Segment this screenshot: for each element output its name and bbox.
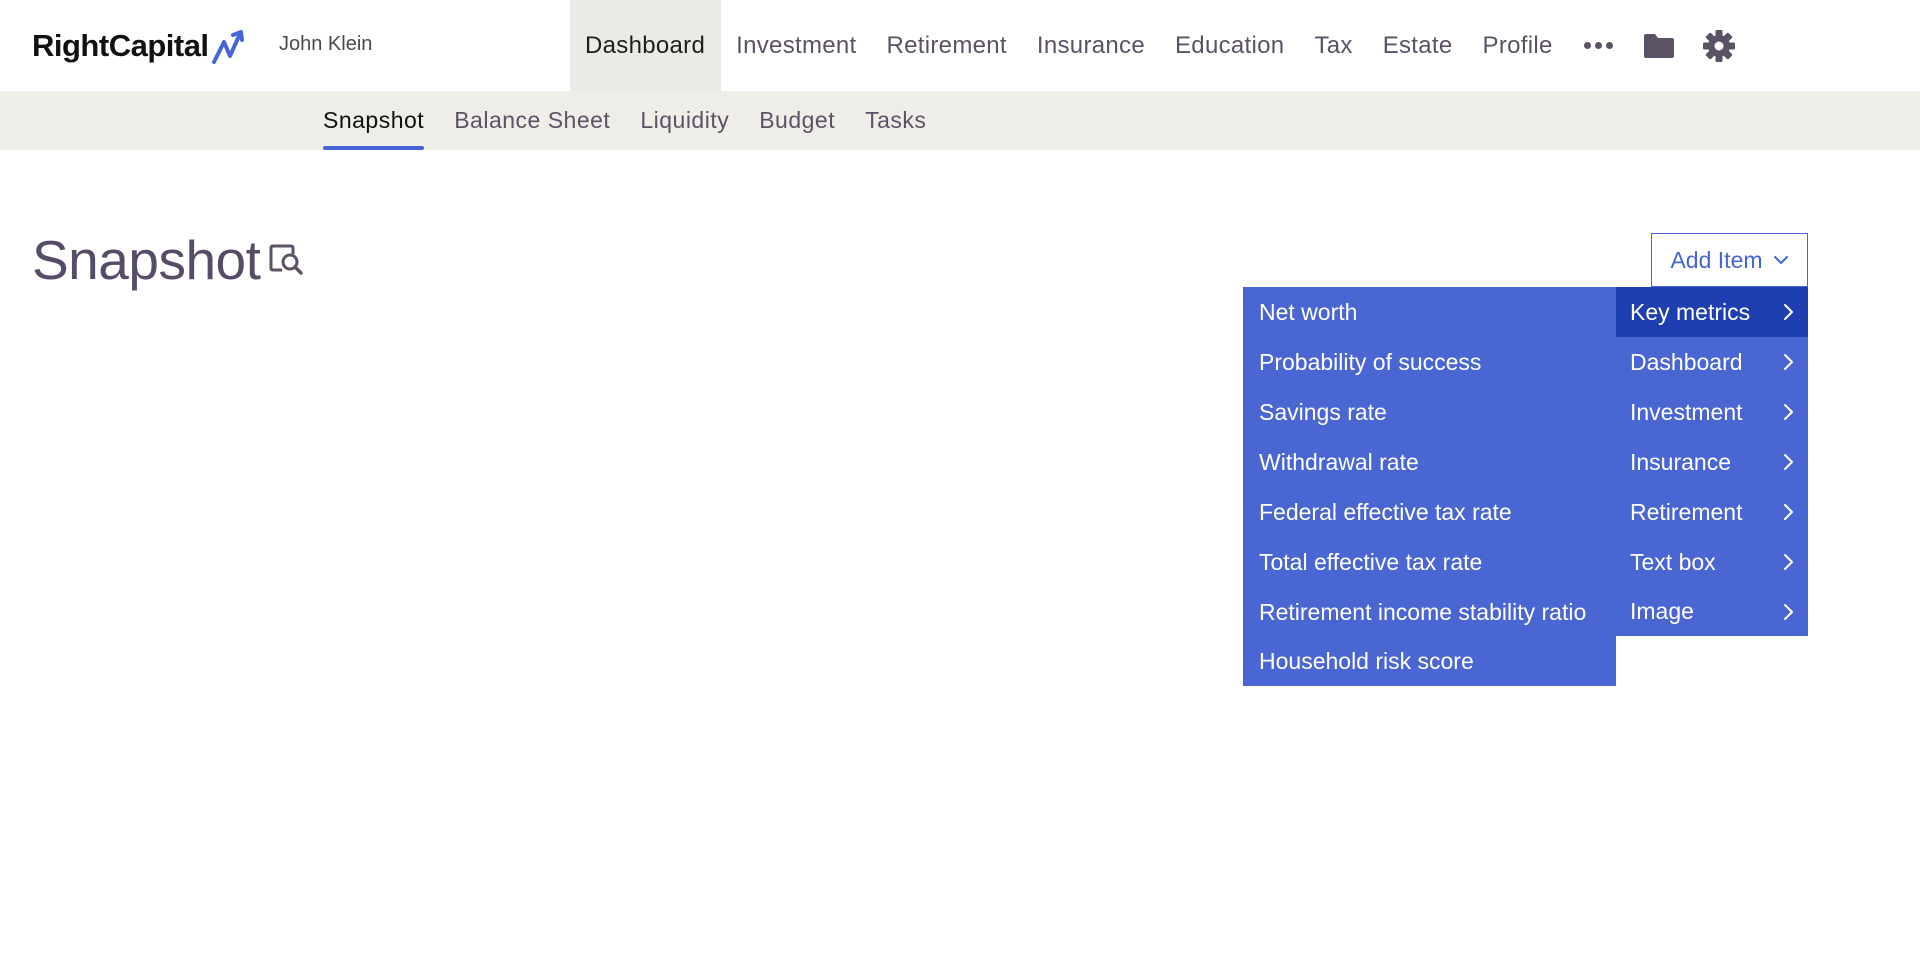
key-metrics-submenu: Net worth Probability of success Savings… bbox=[1243, 287, 1616, 686]
category-retirement[interactable]: Retirement bbox=[1616, 487, 1808, 537]
subnav-budget[interactable]: Budget bbox=[759, 91, 835, 150]
logo-text: RightCapital bbox=[32, 28, 209, 63]
chevron-right-icon bbox=[1784, 304, 1793, 320]
preview-search-icon[interactable] bbox=[268, 242, 304, 278]
subnav-snapshot[interactable]: Snapshot bbox=[323, 91, 425, 150]
chevron-right-icon bbox=[1784, 603, 1793, 620]
sub-navigation-bar: Snapshot Balance Sheet Liquidity Budget … bbox=[0, 91, 1920, 150]
nav-tax[interactable]: Tax bbox=[1299, 0, 1367, 91]
menu-item-net-worth[interactable]: Net worth bbox=[1243, 287, 1616, 337]
subnav-balance-sheet[interactable]: Balance Sheet bbox=[454, 91, 610, 150]
client-name[interactable]: John Klein bbox=[279, 33, 372, 56]
menu-item-household-risk-score[interactable]: Household risk score bbox=[1243, 637, 1616, 686]
nav-retirement[interactable]: Retirement bbox=[872, 0, 1022, 91]
chevron-right-icon bbox=[1784, 554, 1793, 570]
subnav-tasks[interactable]: Tasks bbox=[865, 91, 926, 150]
subnav-liquidity[interactable]: Liquidity bbox=[640, 91, 729, 150]
gear-icon-graphic bbox=[1702, 29, 1735, 62]
gear-icon[interactable] bbox=[1689, 0, 1749, 91]
category-insurance[interactable]: Insurance bbox=[1616, 437, 1808, 487]
category-text-box[interactable]: Text box bbox=[1616, 537, 1808, 587]
add-item-button[interactable]: Add Item bbox=[1651, 233, 1808, 287]
top-navigation-bar: RightCapital John Klein Dashboard Invest… bbox=[0, 0, 1920, 91]
category-label: Text box bbox=[1630, 548, 1716, 575]
menu-item-savings-rate[interactable]: Savings rate bbox=[1243, 387, 1616, 437]
page-title: Snapshot bbox=[32, 229, 261, 291]
chevron-down-icon bbox=[1773, 256, 1788, 264]
folder-icon[interactable] bbox=[1629, 0, 1689, 91]
nav-investment[interactable]: Investment bbox=[721, 0, 871, 91]
menu-item-total-effective-tax-rate[interactable]: Total effective tax rate bbox=[1243, 537, 1616, 587]
add-item-label: Add Item bbox=[1670, 246, 1763, 273]
category-label: Insurance bbox=[1630, 448, 1732, 475]
logo-arrow-icon bbox=[211, 30, 244, 64]
chevron-right-icon bbox=[1784, 454, 1793, 470]
category-label: Investment bbox=[1630, 398, 1743, 425]
category-investment[interactable]: Investment bbox=[1616, 387, 1808, 437]
menu-item-withdrawal-rate[interactable]: Withdrawal rate bbox=[1243, 437, 1616, 487]
nav-profile[interactable]: Profile bbox=[1468, 0, 1568, 91]
add-item-category-menu: Key metrics Dashboard Investment Insuran… bbox=[1616, 287, 1808, 636]
category-label: Retirement bbox=[1630, 498, 1743, 525]
category-image[interactable]: Image bbox=[1616, 587, 1808, 636]
sub-nav: Snapshot Balance Sheet Liquidity Budget … bbox=[323, 91, 956, 150]
menu-item-federal-effective-tax-rate[interactable]: Federal effective tax rate bbox=[1243, 487, 1616, 537]
folder-icon-graphic bbox=[1643, 33, 1674, 58]
menu-item-retirement-income-stability-ratio[interactable]: Retirement income stability ratio bbox=[1243, 587, 1616, 637]
chevron-right-icon bbox=[1784, 404, 1793, 420]
category-dashboard[interactable]: Dashboard bbox=[1616, 337, 1808, 387]
category-label: Image bbox=[1630, 598, 1694, 624]
main-nav: Dashboard Investment Retirement Insuranc… bbox=[570, 0, 1749, 91]
rightcapital-logo[interactable]: RightCapital bbox=[32, 26, 251, 66]
category-label: Key metrics bbox=[1630, 298, 1751, 325]
category-label: Dashboard bbox=[1630, 348, 1743, 375]
nav-dashboard[interactable]: Dashboard bbox=[570, 0, 722, 91]
chevron-right-icon bbox=[1784, 354, 1793, 370]
chevron-right-icon bbox=[1784, 504, 1793, 520]
menu-item-probability-of-success[interactable]: Probability of success bbox=[1243, 337, 1616, 387]
nav-education[interactable]: Education bbox=[1160, 0, 1299, 91]
nav-estate[interactable]: Estate bbox=[1368, 0, 1468, 91]
ellipsis-icon[interactable] bbox=[1568, 0, 1629, 91]
category-key-metrics[interactable]: Key metrics bbox=[1616, 287, 1808, 337]
nav-insurance[interactable]: Insurance bbox=[1022, 0, 1160, 91]
